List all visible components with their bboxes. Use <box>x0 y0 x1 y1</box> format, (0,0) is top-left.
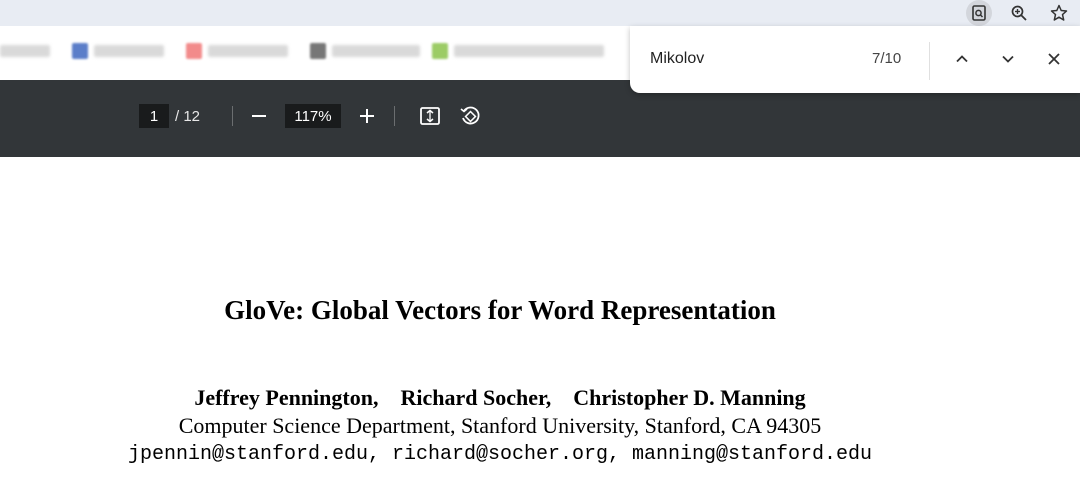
bookmark-label-blurred <box>208 45 288 57</box>
paper-title: GloVe: Global Vectors for Word Represent… <box>224 295 776 325</box>
bookmark-favicon-icon <box>72 43 88 59</box>
zoom-icon[interactable] <box>1006 0 1032 26</box>
zoom-out-button[interactable] <box>245 102 273 130</box>
page-total: / 12 <box>175 108 201 125</box>
find-match-count: 7/10 <box>872 50 902 67</box>
paper-authors: Jeffrey Pennington, Richard Socher, Chri… <box>194 385 806 410</box>
bookmark-item[interactable] <box>72 41 164 61</box>
star-icon[interactable] <box>1046 0 1072 26</box>
find-input[interactable]: Mikolov <box>650 50 704 68</box>
page-search-icon[interactable] <box>966 0 992 26</box>
find-previous-button[interactable] <box>949 46 975 72</box>
pdf-page: GloVe: Global Vectors for Word Represent… <box>0 157 1080 479</box>
bookmark-label-blurred <box>332 45 420 57</box>
page-number-input[interactable]: 1 <box>139 104 169 128</box>
bookmark-item[interactable] <box>0 41 50 61</box>
browser-top-strip <box>0 0 1080 26</box>
paper-emails: jpennin@stanford.edu, richard@socher.org… <box>127 443 873 466</box>
bookmark-favicon-icon <box>432 43 448 59</box>
fit-to-page-button[interactable] <box>416 102 444 130</box>
zoom-in-button[interactable] <box>353 102 381 130</box>
bookmark-item[interactable] <box>186 41 288 61</box>
rotate-icon <box>460 106 480 125</box>
chevron-up-icon <box>956 55 968 63</box>
minus-icon <box>252 115 266 117</box>
close-icon <box>1048 53 1060 65</box>
find-close-button[interactable] <box>1041 46 1067 72</box>
paper-affiliation: Computer Science Department, Stanford Un… <box>178 413 822 438</box>
bookmark-item[interactable] <box>310 41 420 61</box>
toolbar-divider <box>394 106 395 126</box>
browser-action-icons <box>966 0 1072 26</box>
bookmark-item[interactable] <box>432 41 604 61</box>
fit-page-icon <box>420 107 440 125</box>
find-next-button[interactable] <box>995 46 1021 72</box>
zoom-level-input[interactable]: 117% <box>285 104 341 128</box>
find-divider <box>929 42 930 80</box>
bookmark-label-blurred <box>0 45 50 57</box>
bookmark-favicon-icon <box>310 43 326 59</box>
chevron-down-icon <box>1002 55 1014 63</box>
find-bar: Mikolov 7/10 <box>630 26 1080 93</box>
rotate-button[interactable] <box>456 102 484 130</box>
bookmark-label-blurred <box>94 45 164 57</box>
plus-icon <box>360 109 374 123</box>
toolbar-divider <box>232 106 233 126</box>
bookmark-label-blurred <box>454 45 604 57</box>
bookmark-favicon-icon <box>186 43 202 59</box>
